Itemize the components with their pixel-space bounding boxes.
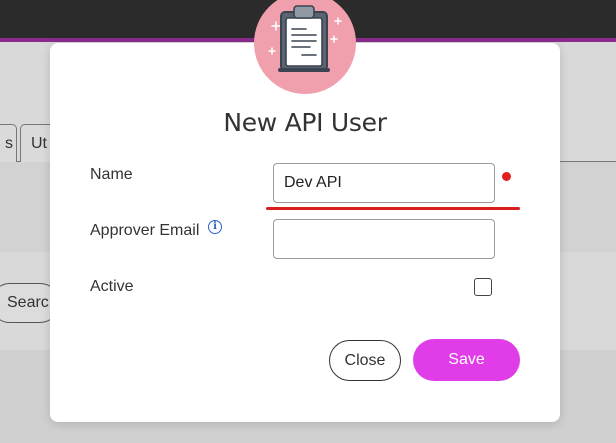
required-indicator: [502, 172, 511, 181]
dialog-title: New API User: [223, 108, 387, 137]
save-button[interactable]: Save: [413, 339, 520, 381]
clipboard-icon: [254, 0, 356, 94]
validation-error-underline: [266, 207, 520, 210]
approver-email-label: Approver Email: [90, 222, 200, 239]
approver-email-input[interactable]: [273, 219, 495, 259]
name-label: Name: [90, 166, 133, 183]
name-input[interactable]: [273, 163, 495, 203]
tab-background-1[interactable]: s: [0, 124, 17, 162]
info-icon[interactable]: i: [208, 220, 222, 234]
active-label: Active: [90, 278, 134, 295]
active-checkbox[interactable]: [474, 278, 492, 296]
close-button[interactable]: Close: [329, 340, 401, 381]
